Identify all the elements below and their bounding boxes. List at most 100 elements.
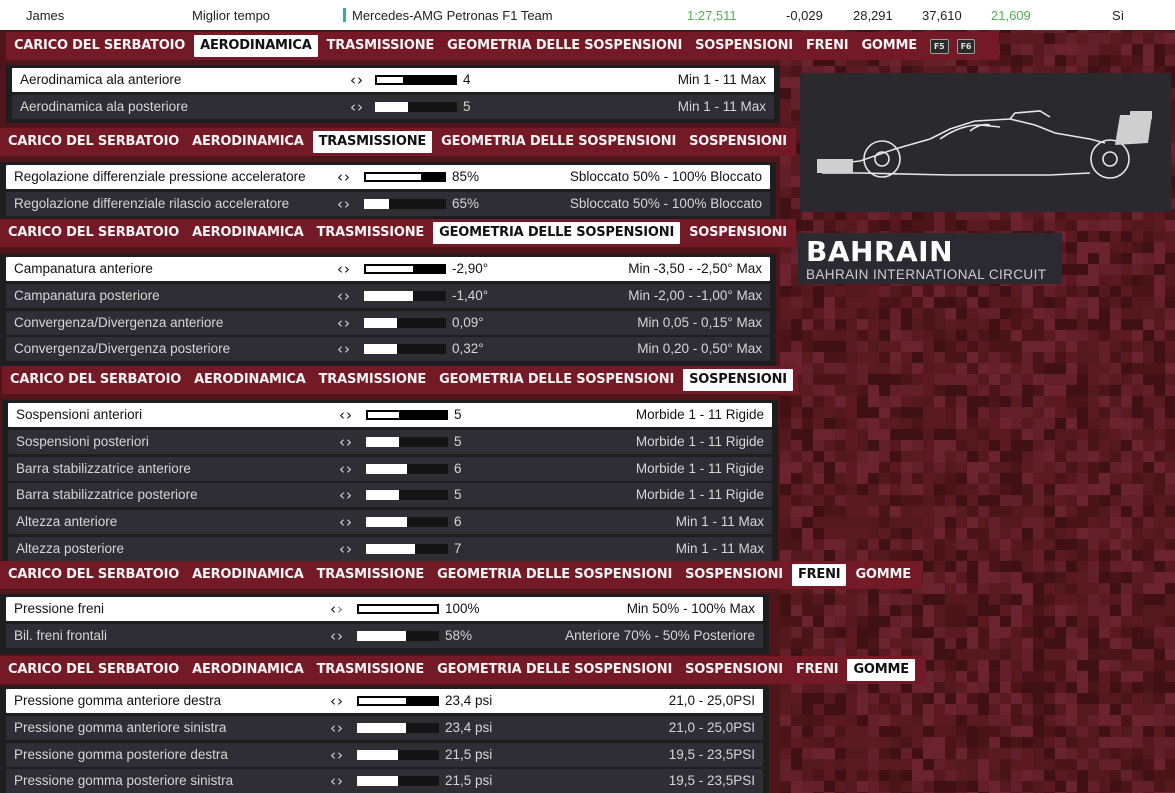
chevron-left-icon[interactable]: ‹ xyxy=(337,195,344,213)
tab-aerodynamics[interactable]: AERODINAMICA xyxy=(190,369,310,391)
f6-key-hint[interactable]: F6 xyxy=(956,38,976,54)
setting-row[interactable]: Sospensioni posteriori ‹› 5 Morbide 1 - 11 … xyxy=(8,429,772,454)
tab-aerodynamics[interactable]: AERODINAMICA xyxy=(194,35,318,57)
tab-suspension-geometry[interactable]: GEOMETRIA DELLE SOSPENSIONI xyxy=(437,131,680,153)
chevron-left-icon[interactable]: ‹ xyxy=(330,772,337,790)
tab-transmission[interactable]: TRASMISSIONE xyxy=(313,222,428,244)
tab-suspension-geometry[interactable]: GEOMETRIA DELLE SOSPENSIONI xyxy=(443,35,686,57)
setting-row[interactable]: Aerodinamica ala posteriore ‹› 5 Min 1 - 11… xyxy=(12,94,774,119)
chevron-left-icon[interactable]: ‹ xyxy=(350,98,357,116)
chevron-right-icon[interactable]: › xyxy=(357,71,364,89)
tab-suspension[interactable]: SOSPENSIONI xyxy=(683,369,793,391)
adjust-arrows-icon[interactable]: ‹› xyxy=(339,540,353,558)
tab-suspension-geometry[interactable]: GEOMETRIA DELLE SOSPENSIONI xyxy=(433,659,676,681)
chevron-left-icon[interactable]: ‹ xyxy=(337,260,344,278)
tab-transmission[interactable]: TRASMISSIONE xyxy=(313,564,428,586)
adjust-arrows-icon[interactable]: ‹› xyxy=(330,627,344,645)
tab-fuel-load[interactable]: CARICO DEL SERBATOIO xyxy=(4,222,183,244)
chevron-right-icon[interactable]: › xyxy=(346,460,353,478)
tab-suspension[interactable]: SOSPENSIONI xyxy=(681,659,787,681)
tab-suspension-geometry[interactable]: GEOMETRIA DELLE SOSPENSIONI xyxy=(433,564,676,586)
chevron-left-icon[interactable]: ‹ xyxy=(330,692,337,710)
chevron-left-icon[interactable]: ‹ xyxy=(339,486,346,504)
setting-row[interactable]: Altezza anteriore ‹› 6 Min 1 - 11 Max xyxy=(8,510,772,535)
adjust-arrows-icon[interactable]: ‹› xyxy=(337,287,351,305)
setting-row[interactable]: Aerodinamica ala anteriore ‹› 4 Min 1 - 11 … xyxy=(12,68,774,92)
chevron-right-icon[interactable]: › xyxy=(346,540,353,558)
tab-suspension[interactable]: SOSPENSIONI xyxy=(685,222,791,244)
value-slider[interactable] xyxy=(364,264,446,274)
chevron-left-icon[interactable]: ‹ xyxy=(339,513,346,531)
tab-tyres[interactable]: GOMME xyxy=(857,35,920,57)
tab-fuel-load[interactable]: CARICO DEL SERBATOIO xyxy=(4,131,183,153)
chevron-right-icon[interactable]: › xyxy=(357,98,364,116)
setting-row[interactable]: Campanatura posteriore ‹› -1,40° Min -2,00 … xyxy=(6,283,770,308)
value-slider[interactable] xyxy=(366,517,448,528)
setting-row[interactable]: Sospensioni anteriori ‹› 5 Morbide 1 - 11 R… xyxy=(8,403,772,427)
value-slider[interactable] xyxy=(366,463,448,474)
adjust-arrows-icon[interactable]: ‹› xyxy=(330,772,344,790)
tab-brakes[interactable]: FRENI xyxy=(802,35,853,57)
setting-row[interactable]: Pressione gomma anteriore sinistra ‹› 23,4… xyxy=(6,715,763,740)
chevron-right-icon[interactable]: › xyxy=(337,746,344,764)
tab-suspension[interactable]: SOSPENSIONI xyxy=(681,564,787,586)
tab-suspension-geometry[interactable]: GEOMETRIA DELLE SOSPENSIONI xyxy=(433,222,681,244)
tab-aerodynamics[interactable]: AERODINAMICA xyxy=(188,131,308,153)
value-slider[interactable] xyxy=(357,749,439,760)
setting-row[interactable]: Bil. freni frontali ‹› 58% Anteriore 70% - … xyxy=(6,623,763,648)
value-slider[interactable] xyxy=(366,490,448,501)
value-slider[interactable] xyxy=(364,172,446,182)
adjust-arrows-icon[interactable]: ‹› xyxy=(337,314,351,332)
setting-row[interactable]: Pressione gomma anteriore destra ‹› 23,4 p… xyxy=(6,689,763,713)
adjust-arrows-icon[interactable]: ‹› xyxy=(350,71,364,89)
chevron-left-icon[interactable]: ‹ xyxy=(350,71,357,89)
chevron-left-icon[interactable]: ‹ xyxy=(337,314,344,332)
chevron-left-icon[interactable]: ‹ xyxy=(337,287,344,305)
value-slider[interactable] xyxy=(366,436,448,447)
value-slider[interactable] xyxy=(357,722,439,733)
chevron-left-icon[interactable]: ‹ xyxy=(337,340,344,358)
chevron-right-icon[interactable]: › xyxy=(344,314,351,332)
tab-brakes[interactable]: FRENI xyxy=(792,659,843,681)
chevron-right-icon[interactable]: › xyxy=(346,513,353,531)
adjust-arrows-icon[interactable]: ‹› xyxy=(337,168,351,186)
setting-row[interactable]: Altezza posteriore ‹› 7 Min 1 - 11 Max xyxy=(8,536,772,561)
tab-tyres[interactable]: GOMME xyxy=(847,659,915,681)
tab-suspension-geometry[interactable]: GEOMETRIA DELLE SOSPENSIONI xyxy=(435,369,678,391)
adjust-arrows-icon[interactable]: ‹› xyxy=(330,692,344,710)
value-slider[interactable] xyxy=(375,101,457,112)
tab-fuel-load[interactable]: CARICO DEL SERBATOIO xyxy=(4,564,183,586)
value-slider[interactable] xyxy=(364,290,446,301)
value-slider[interactable] xyxy=(357,696,439,706)
tab-transmission[interactable]: TRASMISSIONE xyxy=(315,369,430,391)
adjust-arrows-icon[interactable]: ‹› xyxy=(339,433,353,451)
value-slider[interactable] xyxy=(375,75,457,85)
tab-fuel-load[interactable]: CARICO DEL SERBATOIO xyxy=(10,35,189,57)
tab-suspension[interactable]: SOSPENSIONI xyxy=(691,35,797,57)
tab-tyres[interactable]: GOMME xyxy=(851,564,914,586)
chevron-left-icon[interactable]: ‹ xyxy=(337,168,344,186)
chevron-right-icon[interactable]: › xyxy=(346,433,353,451)
setting-row[interactable]: Pressione gomma posteriore destra ‹› 21,5 … xyxy=(6,742,763,767)
setting-row[interactable]: Pressione gomma posteriore sinistra ‹› 21,… xyxy=(6,769,763,793)
setting-row[interactable]: Campanatura anteriore ‹› -2,90° Min -3,50 -… xyxy=(6,257,770,281)
chevron-right-icon[interactable]: › xyxy=(337,772,344,790)
adjust-arrows-icon[interactable]: ‹› xyxy=(350,98,364,116)
value-slider[interactable] xyxy=(364,198,446,209)
chevron-left-icon[interactable]: ‹ xyxy=(339,540,346,558)
value-slider[interactable] xyxy=(357,630,439,641)
chevron-right-icon[interactable]: › xyxy=(346,406,353,424)
setting-row[interactable]: Regolazione differenziale pressione acce… xyxy=(6,165,770,189)
value-slider[interactable] xyxy=(366,410,448,420)
adjust-arrows-icon[interactable]: ‹› xyxy=(339,460,353,478)
adjust-arrows-icon[interactable]: ‹› xyxy=(330,719,344,737)
tab-brakes[interactable]: FRENI xyxy=(791,564,847,586)
chevron-right-icon[interactable]: › xyxy=(346,486,353,504)
adjust-arrows-icon[interactable]: ‹› xyxy=(330,746,344,764)
chevron-left-icon[interactable]: ‹ xyxy=(330,746,337,764)
tab-fuel-load[interactable]: CARICO DEL SERBATOIO xyxy=(4,659,183,681)
adjust-arrows-icon[interactable]: ‹› xyxy=(330,600,344,618)
chevron-right-icon[interactable]: › xyxy=(337,692,344,710)
tab-aerodynamics[interactable]: AERODINAMICA xyxy=(188,564,308,586)
chevron-right-icon[interactable]: › xyxy=(337,627,344,645)
